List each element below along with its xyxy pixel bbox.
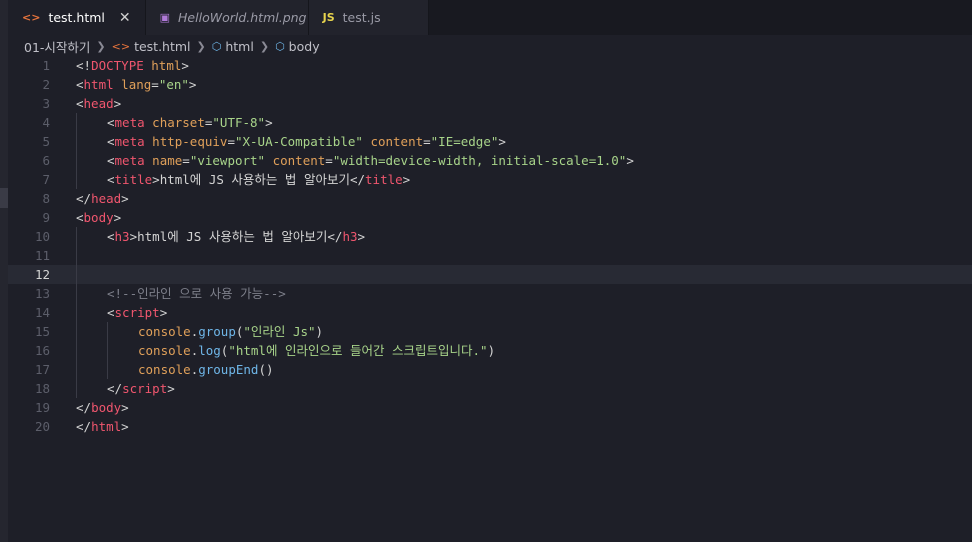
indent-guide xyxy=(76,379,77,398)
code-line[interactable]: 14 <script> xyxy=(8,303,972,322)
line-number: 13 xyxy=(34,286,50,301)
line-number: 19 xyxy=(34,400,50,415)
breadcrumb-file[interactable]: test.html xyxy=(134,39,190,54)
code-text: <meta charset="UTF-8"> xyxy=(107,115,273,130)
indent-guide xyxy=(76,246,77,265)
code-text: <body> xyxy=(76,210,122,225)
tab-bar: <> test.html ✕ ▣ HelloWorld.html.png JS … xyxy=(8,0,972,35)
indent-guide xyxy=(76,360,77,379)
tab-label: test.html xyxy=(48,10,105,25)
tab-test-js[interactable]: JS test.js xyxy=(308,0,429,35)
line-number: 9 xyxy=(42,210,50,225)
line-number: 3 xyxy=(42,96,50,111)
code-line[interactable]: 8 </head> xyxy=(8,189,972,208)
code-editor[interactable]: 1 <!DOCTYPE html> 2 <html lang="en"> 3 <head>… xyxy=(8,56,972,542)
html-file-icon: <> xyxy=(111,39,131,53)
line-number: 11 xyxy=(34,248,50,263)
code-text: <!DOCTYPE html> xyxy=(76,58,189,73)
code-line[interactable]: 7 <title>html에 JS 사용하는 법 알아보기</title> xyxy=(8,170,972,189)
close-icon[interactable]: ✕ xyxy=(119,10,131,26)
code-text: </html> xyxy=(76,419,129,434)
code-line[interactable]: 4 <meta charset="UTF-8"> xyxy=(8,113,972,132)
indent-guide xyxy=(76,322,77,341)
tab-label: HelloWorld.html.png xyxy=(178,10,307,25)
line-number: 5 xyxy=(42,134,50,149)
line-number: 6 xyxy=(42,153,50,168)
tab-helloworld-png[interactable]: ▣ HelloWorld.html.png xyxy=(145,0,309,35)
code-text: </head> xyxy=(76,191,129,206)
code-line[interactable]: 16 console.log("html에 인라인으로 들어간 스크립트입니다."… xyxy=(8,341,972,360)
line-number: 8 xyxy=(42,191,50,206)
code-line[interactable]: 17 console.groupEnd() xyxy=(8,360,972,379)
line-number: 12 xyxy=(34,267,50,282)
indent-guide xyxy=(107,360,108,379)
js-file-icon: JS xyxy=(322,11,335,24)
image-file-icon: ▣ xyxy=(159,11,171,24)
chevron-right-icon: ❯ xyxy=(259,39,270,53)
breadcrumb-node-html[interactable]: html xyxy=(225,39,253,54)
code-line[interactable]: 6 <meta name="viewport" content="width=de… xyxy=(8,151,972,170)
code-text: console.group("인라인 Js") xyxy=(138,324,324,339)
code-line[interactable]: 1 <!DOCTYPE html> xyxy=(8,56,972,75)
breadcrumb-folder[interactable]: 01-시작하기 xyxy=(24,37,90,56)
tab-test-html[interactable]: <> test.html ✕ xyxy=(8,0,146,35)
line-number: 10 xyxy=(34,229,50,244)
indent-guide xyxy=(76,284,77,303)
element-cube-icon: ⬡ xyxy=(275,39,285,53)
code-line[interactable]: 11 xyxy=(8,246,972,265)
line-number: 15 xyxy=(34,324,50,339)
code-text: </body> xyxy=(76,400,129,415)
code-line[interactable]: 10 <h3>html에 JS 사용하는 법 알아보기</h3> xyxy=(8,227,972,246)
indent-guide xyxy=(76,151,77,170)
indent-guide xyxy=(76,303,77,322)
code-text: <!--인라인 으로 사용 가능--> xyxy=(107,286,286,301)
code-text: <head> xyxy=(76,96,122,111)
code-line[interactable]: 15 console.group("인라인 Js") xyxy=(8,322,972,341)
indent-guide xyxy=(107,322,108,341)
indent-guide xyxy=(76,265,77,284)
indent-guide xyxy=(76,227,77,246)
code-text: console.log("html에 인라인으로 들어간 스크립트입니다.") xyxy=(138,343,496,358)
breadcrumb: 01-시작하기 ❯ <> test.html ❯ ⬡ html ❯ ⬡ body xyxy=(8,35,972,57)
code-line[interactable]: 18 </script> xyxy=(8,379,972,398)
line-number: 20 xyxy=(34,419,50,434)
line-number: 18 xyxy=(34,381,50,396)
code-text: <html lang="en"> xyxy=(76,77,197,92)
html-file-icon: <> xyxy=(22,11,41,24)
line-number: 4 xyxy=(42,115,50,130)
indent-guide xyxy=(76,341,77,360)
chevron-right-icon: ❯ xyxy=(196,39,206,53)
element-cube-icon: ⬡ xyxy=(211,39,222,53)
code-line[interactable]: 5 <meta http-equiv="X-UA-Compatible" cont… xyxy=(8,132,972,151)
indent-guide xyxy=(76,113,77,132)
breadcrumb-node-body[interactable]: body xyxy=(289,39,320,54)
line-number: 16 xyxy=(34,343,50,358)
chevron-right-icon: ❯ xyxy=(96,39,106,53)
code-line[interactable]: 2 <html lang="en"> xyxy=(8,75,972,94)
code-text: <h3>html에 JS 사용하는 법 알아보기</h3> xyxy=(107,229,366,244)
indent-guide xyxy=(76,132,77,151)
line-number: 17 xyxy=(34,362,50,377)
code-text: <meta http-equiv="X-UA-Compatible" conte… xyxy=(107,134,506,149)
activity-bar xyxy=(0,0,8,542)
code-line[interactable]: 19 </body> xyxy=(8,398,972,417)
line-number: 1 xyxy=(42,58,50,73)
code-text: </script> xyxy=(107,381,175,396)
line-number: 14 xyxy=(34,305,50,320)
code-line[interactable]: 13 <!--인라인 으로 사용 가능--> xyxy=(8,284,972,303)
tab-label: test.js xyxy=(342,10,381,25)
code-line[interactable]: 9 <body> xyxy=(8,208,972,227)
code-text: <title>html에 JS 사용하는 법 알아보기</title> xyxy=(107,172,411,187)
code-text: console.groupEnd() xyxy=(138,362,274,377)
indent-guide xyxy=(107,341,108,360)
code-line[interactable]: 3 <head> xyxy=(8,94,972,113)
code-text: <meta name="viewport" content="width=dev… xyxy=(107,153,634,168)
code-text: <script> xyxy=(107,305,168,320)
code-line[interactable]: 12 xyxy=(8,265,972,284)
activity-indicator xyxy=(0,188,8,208)
line-number: 2 xyxy=(42,77,50,92)
line-number: 7 xyxy=(42,172,50,187)
code-line[interactable]: 20 </html> xyxy=(8,417,972,436)
indent-guide xyxy=(76,170,77,189)
